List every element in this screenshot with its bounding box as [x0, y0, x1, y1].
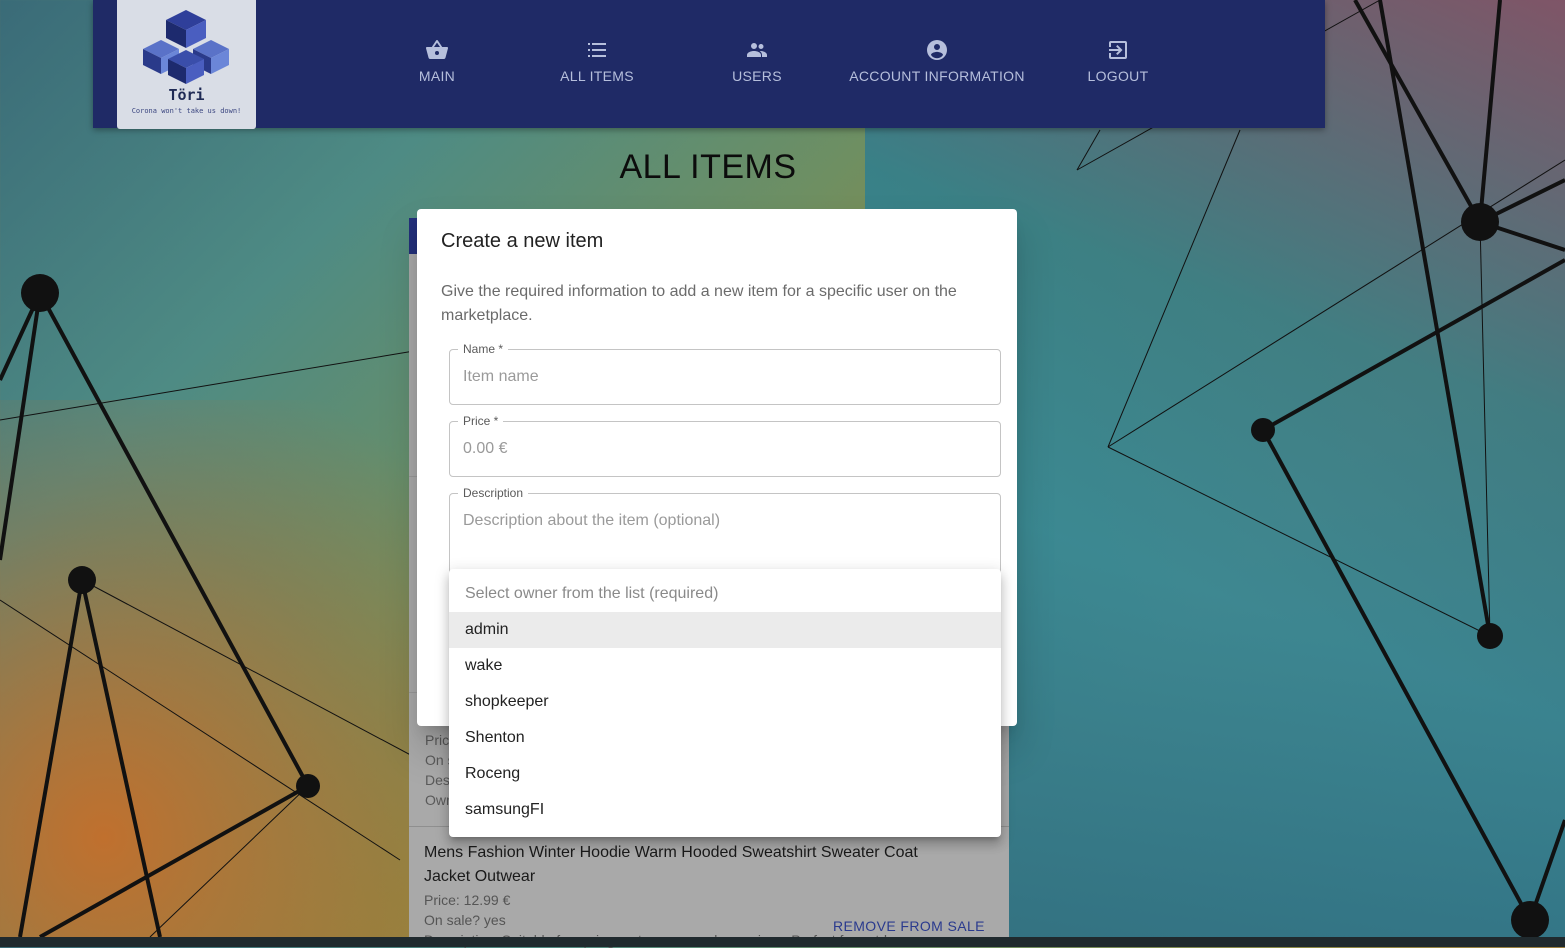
owner-option[interactable]: samsungFI	[449, 792, 1001, 828]
name-field[interactable]: Name * Item name	[449, 342, 1001, 405]
owner-option-placeholder[interactable]: Select owner from the list (required)	[449, 576, 1001, 612]
name-field-placeholder: Item name	[463, 368, 539, 385]
owner-option-label: wake	[465, 657, 503, 674]
logo[interactable]: Töri Corona won't take us down!	[117, 0, 256, 129]
owner-option[interactable]: Shenton	[449, 720, 1001, 756]
item-on-sale: On sale? yes	[424, 912, 506, 928]
nav-main-label: MAIN	[418, 68, 456, 84]
logout-icon	[1109, 41, 1127, 59]
name-field-label: Name *	[458, 342, 509, 356]
owner-option[interactable]: Roceng	[449, 756, 1001, 792]
owner-option-label: samsungFI	[465, 801, 545, 818]
owner-option[interactable]: wake	[449, 648, 1001, 684]
nav-all-items-label: ALL ITEMS	[560, 68, 634, 84]
top-navbar: Töri Corona won't take us down! MAIN ALL…	[93, 0, 1325, 129]
item-title: Mens Fashion Winter Hoodie Warm Hooded S…	[424, 844, 918, 885]
description-field-label: Description	[458, 486, 529, 500]
logo-tagline: Corona won't take us down!	[131, 107, 242, 115]
dialog-description: Give the required information to add a n…	[441, 283, 957, 324]
account-circle-icon	[927, 40, 947, 60]
owner-option-label: Shenton	[465, 729, 525, 746]
description-field-placeholder: Description about the item (optional)	[463, 512, 721, 529]
nav-users[interactable]: USERS	[717, 38, 797, 98]
nav-all-items[interactable]: ALL ITEMS	[547, 38, 647, 98]
owner-option-label: shopkeeper	[465, 693, 549, 710]
logo-title: Töri	[168, 86, 205, 104]
owner-option[interactable]: shopkeeper	[449, 684, 1001, 720]
people-icon	[747, 43, 767, 57]
owner-option[interactable]: admin	[449, 612, 1001, 648]
price-field-placeholder: 0.00 €	[463, 440, 508, 457]
owner-option-label: Roceng	[465, 765, 521, 782]
page-title: ALL ITEMS	[619, 148, 797, 186]
basket-icon	[425, 40, 449, 60]
remove-from-sale-button[interactable]: REMOVE FROM SALE	[833, 918, 985, 934]
price-field[interactable]: Price * 0.00 €	[449, 414, 1001, 477]
list-item: Mens Fashion Winter Hoodie Warm Hooded S…	[409, 826, 1009, 948]
item-price: Price: 12.99 €	[424, 892, 511, 908]
nav-logout[interactable]: LOGOUT	[1078, 38, 1158, 98]
os-taskbar	[0, 937, 1565, 947]
nav-logout-label: LOGOUT	[1087, 68, 1149, 84]
nav-account-information-label: ACCOUNT INFORMATION	[849, 68, 1025, 84]
owner-option-label: Select owner from the list (required)	[465, 585, 719, 602]
nav-main[interactable]: MAIN	[397, 38, 477, 98]
dialog-title: Create a new item	[441, 230, 604, 252]
owner-select-menu: Select owner from the list (required) ad…	[449, 569, 1001, 837]
logo-cubes-icon	[143, 10, 229, 84]
nav-users-label: USERS	[732, 68, 782, 84]
owner-option-label: admin	[465, 621, 509, 638]
nav-account-information[interactable]: ACCOUNT INFORMATION	[845, 38, 1029, 98]
price-field-label: Price *	[458, 414, 504, 428]
list-icon	[588, 43, 606, 57]
